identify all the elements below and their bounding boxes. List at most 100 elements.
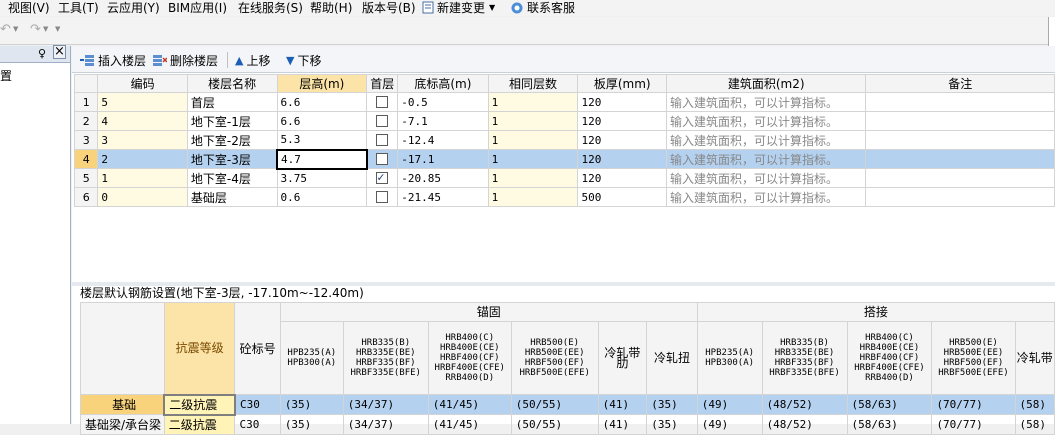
contact-service-menu[interactable]: 联系客服 (510, 0, 575, 16)
left-panel-item[interactable]: 置 (0, 67, 12, 84)
row-number[interactable]: 6 (73, 187, 99, 207)
thickness-cell[interactable]: 120 (577, 168, 667, 188)
first-floor-checkbox-cell[interactable] (366, 168, 399, 188)
rebar-value-cell[interactable]: (34/37) (342, 414, 429, 435)
rebar-value-cell[interactable]: (35) (646, 394, 698, 415)
bottom-elevation-cell[interactable]: -17.1 (397, 149, 489, 169)
new-change-menu[interactable]: 新建变更 ▼ (422, 0, 495, 16)
rebar-value-cell[interactable]: (35) (279, 394, 344, 415)
floor-row[interactable]: 6 0 基础层 0.6 -21.45 1 500 输入建筑面积，可以计算指标。 (73, 187, 1055, 207)
col-header-concrete[interactable]: 砼标号 (234, 302, 281, 395)
col-header-bottom[interactable]: 底标高(m) (397, 74, 489, 93)
thickness-cell[interactable]: 500 (577, 187, 667, 207)
rebar-value-cell[interactable]: (41/45) (427, 394, 512, 415)
first-floor-checkbox[interactable] (376, 133, 389, 146)
rebar-value-cell[interactable]: (48/52) (761, 414, 848, 435)
rebar-value-cell[interactable]: (70/77) (931, 394, 1016, 415)
menu-bim[interactable]: BIM应用(I) (168, 0, 227, 16)
rebar-value-cell[interactable]: (58/63) (846, 414, 933, 435)
code-cell[interactable]: 1 (97, 168, 188, 188)
height-cell[interactable]: 6.6 (276, 111, 368, 131)
rebar-value-cell[interactable]: (50/55) (510, 394, 599, 415)
bottom-elevation-cell[interactable]: -7.1 (397, 111, 489, 131)
col-header-first[interactable]: 首层 (366, 74, 399, 93)
floor-row[interactable]: 4 2 地下室-3层 4.7 -17.1 1 120 输入建筑面积，可以计算指标。 (73, 148, 1055, 170)
insert-floor-button[interactable]: 插入楼层 (80, 51, 146, 69)
same-count-cell[interactable]: 1 (487, 187, 579, 207)
row-number[interactable]: 1 (73, 92, 99, 112)
same-count-cell[interactable]: 1 (487, 92, 579, 112)
floor-row[interactable]: 2 4 地下室-1层 6.6 -7.1 1 120 输入建筑面积，可以计算指标。 (73, 111, 1055, 131)
height-cell[interactable]: 0.6 (276, 187, 368, 207)
note-cell[interactable] (865, 111, 1055, 131)
rebar-value-cell[interactable]: (34/37) (342, 394, 429, 415)
close-icon[interactable]: × (53, 45, 66, 59)
undo-icon[interactable]: ↶ (0, 22, 11, 37)
first-floor-checkbox-cell[interactable] (366, 187, 399, 207)
code-cell[interactable]: 2 (97, 149, 188, 169)
more-dropdown-icon[interactable]: ▼ (55, 25, 60, 33)
concrete-grade-cell[interactable]: C30 (234, 394, 281, 415)
seismic-level-cell[interactable]: 二级抗震 (163, 414, 236, 435)
rebar-value-cell[interactable]: (35) (279, 414, 344, 435)
area-cell[interactable]: 输入建筑面积，可以计算指标。 (665, 149, 867, 169)
col-header-height[interactable]: 层高(m) (276, 74, 368, 93)
floor-row[interactable]: 3 3 地下室-2层 5.3 -12.4 1 120 输入建筑面积，可以计算指标。 (73, 130, 1055, 150)
floor-name-cell[interactable]: 地下室-3层 (186, 149, 278, 169)
row-number[interactable]: 4 (73, 149, 99, 169)
code-cell[interactable]: 5 (97, 92, 188, 112)
first-floor-checkbox[interactable] (376, 95, 389, 108)
rebar-value-cell[interactable]: (48/52) (761, 394, 848, 415)
menu-tools[interactable]: 工具(T) (58, 0, 99, 16)
thickness-cell[interactable]: 120 (577, 111, 667, 131)
rebar-col-header-cell[interactable]: HRB500(E) HRB500E(EE) HRBF500(EF) HRBF50… (510, 321, 599, 395)
rebar-value-cell[interactable]: (41) (597, 414, 648, 435)
floor-name-cell[interactable]: 地下室-4层 (186, 168, 278, 188)
col-header-same[interactable]: 相同层数 (487, 74, 579, 93)
first-floor-checkbox[interactable] (376, 190, 389, 203)
redo-dropdown-icon[interactable]: ▼ (43, 25, 48, 33)
floor-name-cell[interactable]: 地下室-1层 (186, 111, 278, 131)
menu-version[interactable]: 版本号(B) (362, 0, 416, 16)
first-floor-checkbox-cell[interactable] (366, 111, 399, 131)
rebar-value-cell[interactable]: (41/45) (427, 414, 512, 435)
same-count-cell[interactable]: 1 (487, 168, 579, 188)
rebar-col-header-cell[interactable]: HRB335(B) HRB335E(BE) HRBF335(BF) HRBF33… (342, 321, 429, 395)
note-cell[interactable] (865, 187, 1055, 207)
delete-floor-button[interactable]: 删除楼层 (152, 51, 218, 69)
code-cell[interactable]: 4 (97, 111, 188, 131)
note-cell[interactable] (865, 92, 1055, 112)
thickness-cell[interactable]: 120 (577, 92, 667, 112)
floor-name-cell[interactable]: 基础层 (186, 187, 278, 207)
height-cell[interactable]: 5.3 (276, 130, 368, 150)
area-cell[interactable]: 输入建筑面积，可以计算指标。 (665, 111, 867, 131)
rebar-col-header-cell[interactable]: 冷轧带 (1014, 321, 1055, 395)
rebar-value-cell[interactable]: (58/63) (846, 394, 933, 415)
first-floor-checkbox-cell[interactable] (366, 130, 399, 150)
first-floor-checkbox-cell[interactable] (366, 149, 399, 169)
code-cell[interactable]: 0 (97, 187, 188, 207)
bottom-elevation-cell[interactable]: -21.45 (397, 187, 489, 207)
row-number[interactable]: 3 (73, 130, 99, 150)
note-cell[interactable] (865, 168, 1055, 188)
rebar-col-header-cell[interactable]: HRB335(B) HRB335E(BE) HRBF335(BF) HRBF33… (761, 321, 848, 395)
menu-help[interactable]: 帮助(H) (310, 0, 352, 16)
rebar-value-cell[interactable]: (35) (646, 414, 698, 435)
menu-cloud[interactable]: 云应用(Y) (107, 0, 160, 16)
first-floor-checkbox-cell[interactable] (366, 92, 399, 112)
concrete-grade-cell[interactable]: C30 (234, 414, 281, 435)
rebar-col-header-cell[interactable]: 冷轧带肋 (597, 321, 648, 395)
floor-name-cell[interactable]: 地下室-2层 (186, 130, 278, 150)
rebar-value-cell[interactable]: (58) (1014, 414, 1055, 435)
same-count-cell[interactable]: 1 (487, 149, 579, 169)
area-cell[interactable]: 输入建筑面积，可以计算指标。 (665, 130, 867, 150)
same-count-cell[interactable]: 1 (487, 130, 579, 150)
seismic-level-cell[interactable]: 二级抗震 (163, 393, 236, 416)
note-cell[interactable] (865, 130, 1055, 150)
bottom-elevation-cell[interactable]: -20.85 (397, 168, 489, 188)
rebar-col-header-cell[interactable]: HRB400(C) HRB400E(CE) HRBF400(CF) HRBF40… (427, 321, 512, 395)
note-cell[interactable] (865, 149, 1055, 169)
height-cell[interactable]: 6.6 (276, 92, 368, 112)
floor-name-cell[interactable]: 首层 (186, 92, 278, 112)
col-header-seismic[interactable]: 抗震等级 (163, 302, 236, 395)
